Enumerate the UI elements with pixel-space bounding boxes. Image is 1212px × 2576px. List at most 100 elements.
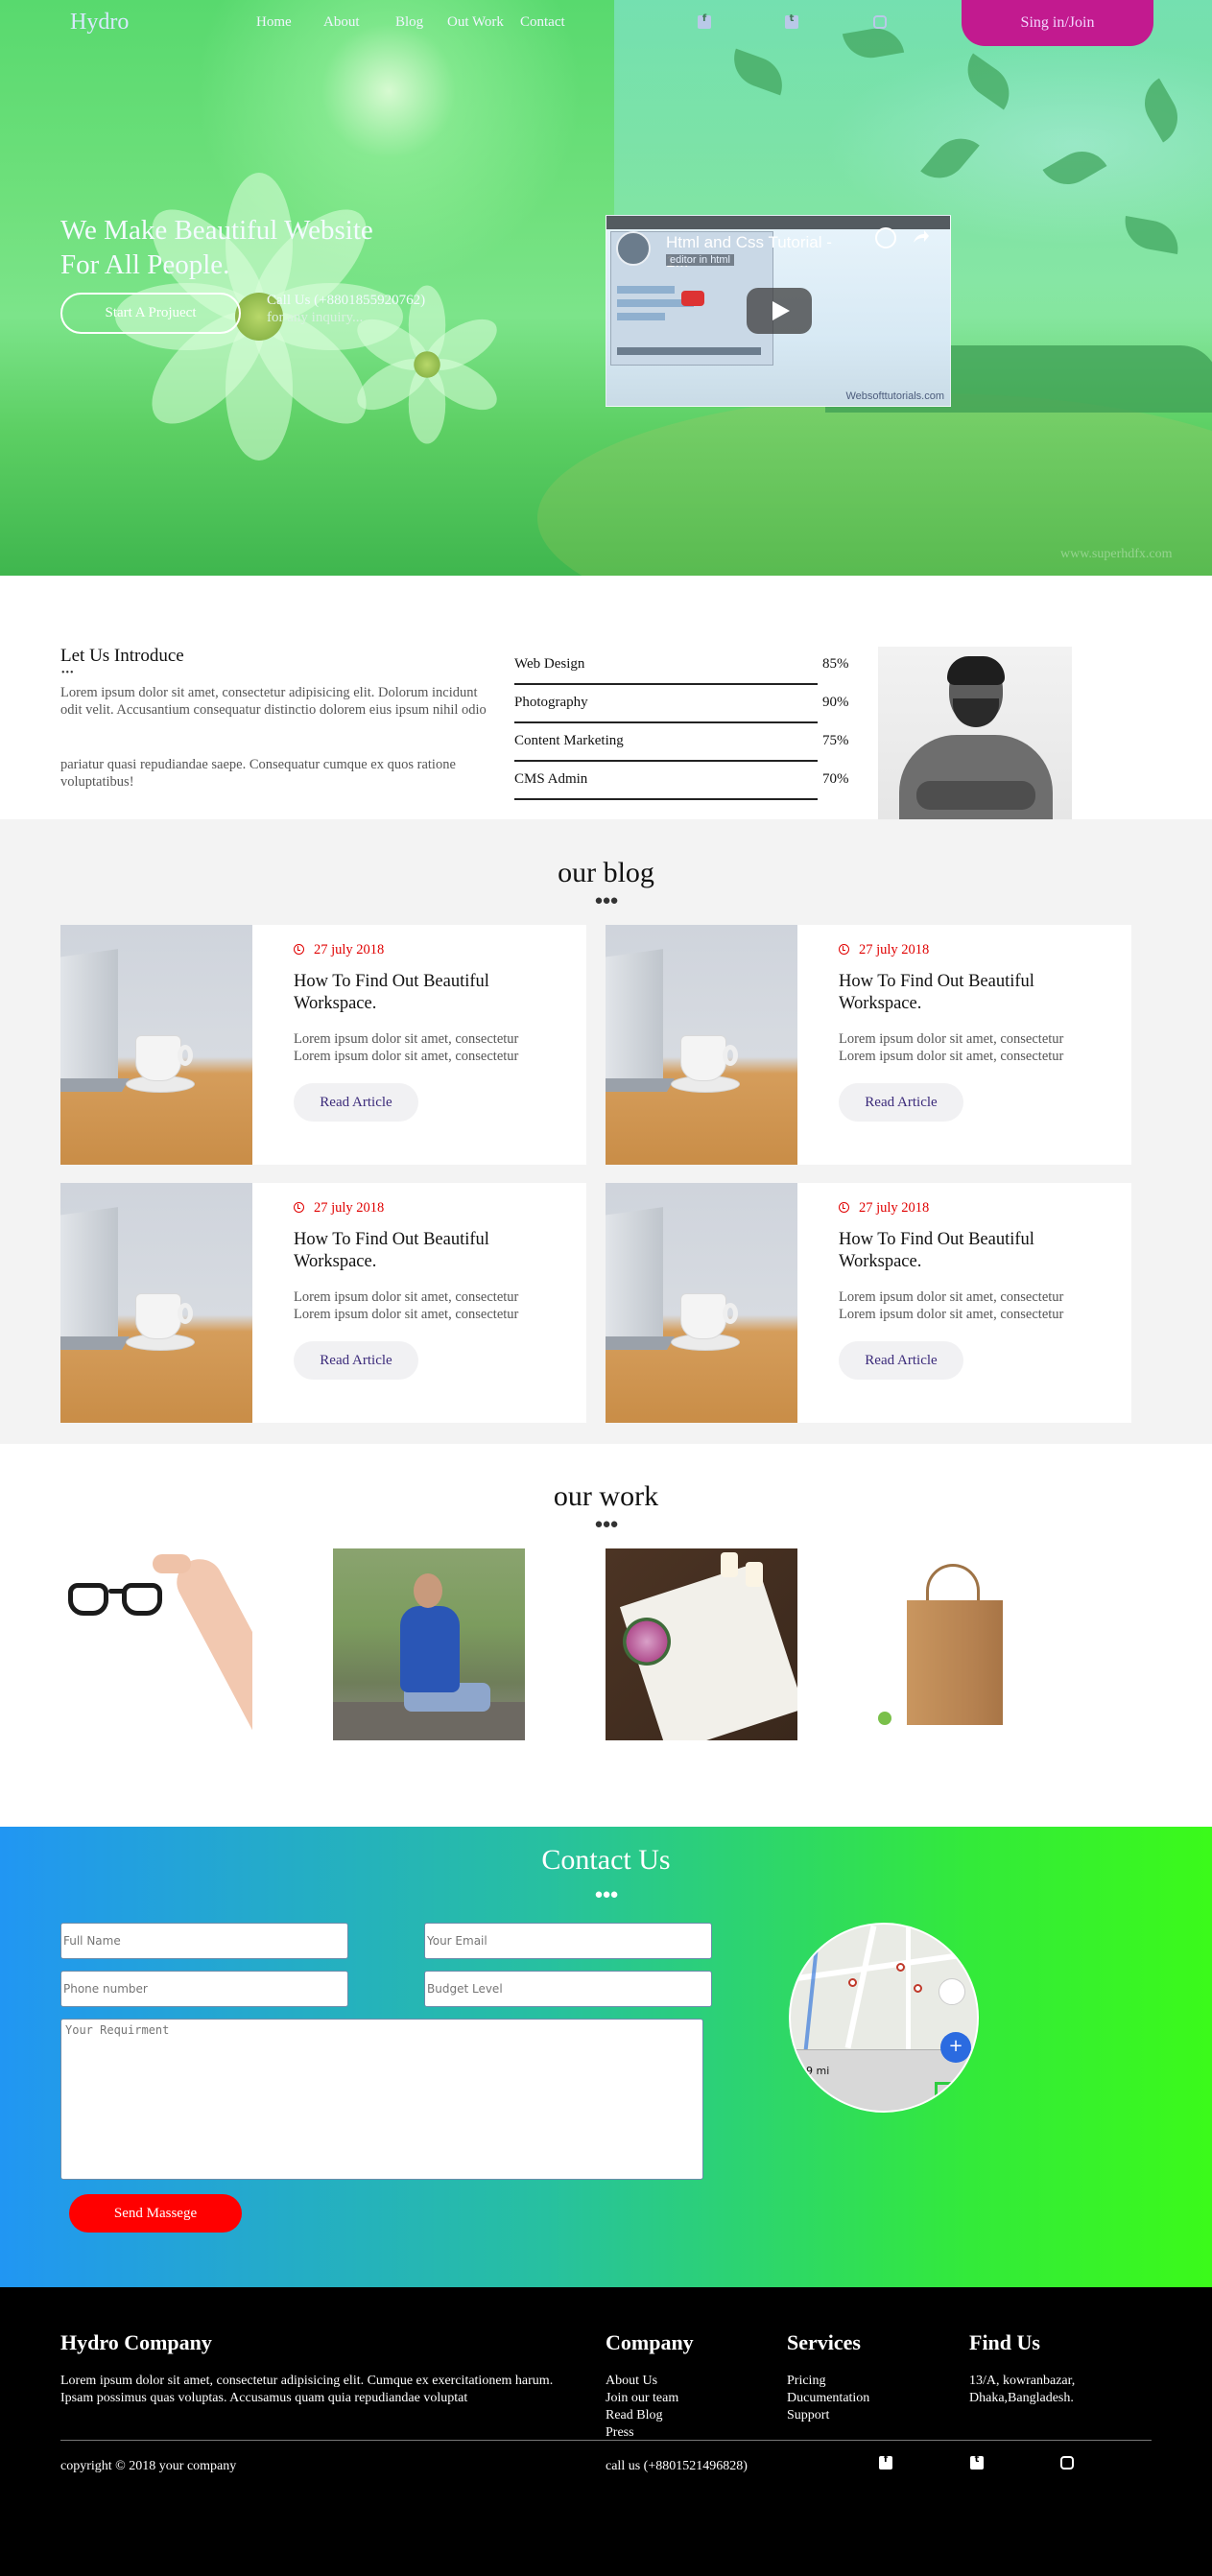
nav-blog[interactable]: Blog (395, 14, 423, 31)
hero-section: www.superhdfx.com Hydro Home About Blog … (0, 0, 1212, 576)
watch-later-icon[interactable] (875, 227, 896, 248)
work-item-drawing[interactable] (606, 1548, 797, 1740)
blog-card-date: 27 july 2018 (294, 1200, 384, 1217)
blog-card-title[interactable]: How To Find Out Beautiful Workspace. (294, 971, 543, 1015)
budget-field[interactable] (424, 1971, 712, 2007)
hero-call-line: Call Us (+8801855920762) (267, 293, 426, 308)
read-article-button[interactable]: Read Article (839, 1341, 963, 1380)
blog-card: 27 july 2018 How To Find Out Beautiful W… (606, 925, 1131, 1165)
footer-link[interactable]: Support (787, 2407, 869, 2424)
work-item-glasses[interactable] (60, 1548, 252, 1740)
video-channel: Websofttutorials.com (845, 390, 944, 402)
play-icon[interactable] (747, 288, 812, 334)
location-map[interactable]: + 9 mi (789, 1923, 979, 2113)
youtube-mini-icon (681, 291, 704, 306)
blog-card-date: 27 july 2018 (294, 942, 384, 958)
footer-call: call us (+8801521496828) (606, 2459, 748, 2473)
facebook-icon[interactable]: f (879, 2454, 894, 2471)
work-dots: ●●● (594, 1517, 618, 1532)
footer-link[interactable]: Read Blog (606, 2407, 678, 2424)
site-footer: Hydro Company Lorem ipsum dolor sit amet… (0, 2287, 1212, 2576)
map-scale: 9 mi (806, 2065, 830, 2077)
hero-call-sub: for any inquiry... (267, 310, 364, 325)
contact-title: Contact Us (541, 1844, 671, 1876)
video-title[interactable]: Html and Css Tutorial - 1... (666, 233, 858, 272)
share-icon[interactable] (910, 227, 931, 248)
nav-home[interactable]: Home (256, 14, 292, 31)
profile-photo (878, 647, 1072, 819)
skill-percent: 70% (822, 771, 849, 787)
skill-label: CMS Admin (514, 771, 588, 787)
read-article-button[interactable]: Read Article (839, 1083, 963, 1122)
signin-button[interactable]: Sing in/Join (962, 0, 1153, 46)
intro-dots: ••• (61, 668, 75, 678)
footer-copyright: copyright © 2018 your company (60, 2459, 237, 2473)
intro-paragraph-1: Lorem ipsum dolor sit amet, consectetur … (60, 685, 487, 718)
skill-row: Content Marketing 75% (514, 723, 849, 762)
email-field[interactable] (424, 1923, 712, 1959)
hero-call-info: Call Us (+8801855920762) for any inquiry… (267, 292, 425, 326)
blog-card-date: 27 july 2018 (839, 1200, 929, 1217)
map-corner-marker (935, 2082, 956, 2103)
map-pin-icon (896, 1963, 905, 1972)
nav-contact[interactable]: Contact (520, 14, 565, 31)
blog-card-excerpt: Lorem ipsum dolor sit amet, consectetur L… (294, 1031, 519, 1064)
skill-label: Content Marketing (514, 733, 624, 748)
start-project-button[interactable]: Start A Projuect (60, 293, 241, 334)
blog-card-image (606, 1183, 797, 1423)
contact-dots: ●●● (594, 1887, 618, 1902)
nav-our-work[interactable]: Out Work (447, 14, 504, 31)
full-name-field[interactable] (60, 1923, 348, 1959)
footer-divider (60, 2440, 1152, 2441)
skill-row: Photography 90% (514, 685, 849, 723)
work-item-portrait[interactable] (333, 1548, 525, 1740)
channel-avatar (616, 231, 651, 266)
blog-card: 27 july 2018 How To Find Out Beautiful W… (60, 925, 586, 1165)
instagram-icon[interactable] (1060, 2456, 1076, 2471)
footer-link[interactable]: Join our team (606, 2390, 678, 2407)
footer-link[interactable]: Pricing (787, 2373, 869, 2390)
blog-card-excerpt: Lorem ipsum dolor sit amet, consectetur L… (294, 1289, 519, 1322)
nav-about[interactable]: About (323, 14, 360, 31)
work-item-bag[interactable] (878, 1548, 1070, 1740)
site-logo[interactable]: Hydro (70, 10, 129, 35)
blog-card-title[interactable]: How To Find Out Beautiful Workspace. (839, 971, 1088, 1015)
blog-card-image (606, 925, 797, 1165)
skill-label: Web Design (514, 656, 585, 672)
send-message-button[interactable]: Send Massege (69, 2194, 242, 2233)
footer-address: 13/A, kowranbazar, Dhaka,Bangladesh. (969, 2374, 1076, 2405)
work-title: our work (553, 1480, 659, 1512)
footer-link[interactable]: Ducumentation (787, 2390, 869, 2407)
instagram-icon[interactable] (873, 15, 889, 31)
footer-company-text: Lorem ipsum dolor sit amet, consectetur … (60, 2374, 554, 2405)
contact-section: Contact Us ●●● Send Massege + 9 mi (0, 1827, 1212, 2287)
requirement-field[interactable] (60, 2019, 703, 2180)
blog-card-title[interactable]: How To Find Out Beautiful Workspace. (294, 1229, 543, 1273)
blog-card-title[interactable]: How To Find Out Beautiful Workspace. (839, 1229, 1088, 1273)
map-zoom-button[interactable]: + (940, 2032, 971, 2063)
video-top-bar (606, 216, 950, 229)
footer-company-links: About Us Join our team Read Blog Press (606, 2373, 678, 2442)
video-embed[interactable]: Html and Css Tutorial - 1... editor in h… (606, 215, 951, 407)
phone-field[interactable] (60, 1971, 348, 2007)
clock-icon (839, 1202, 849, 1213)
blog-card-excerpt: Lorem ipsum dolor sit amet, consectetur L… (839, 1031, 1064, 1064)
blog-title: our blog (558, 857, 654, 888)
facebook-icon[interactable]: f (698, 13, 713, 31)
blog-dots: ●●● (594, 893, 618, 909)
map-pin-icon (848, 1978, 857, 1987)
my-location-icon[interactable] (939, 1978, 965, 2005)
blog-card-excerpt: Lorem ipsum dolor sit amet, consectetur L… (839, 1289, 1064, 1322)
twitter-icon[interactable]: t (785, 13, 800, 31)
read-article-button[interactable]: Read Article (294, 1341, 418, 1380)
read-article-button[interactable]: Read Article (294, 1083, 418, 1122)
footer-company-title: Hydro Company (60, 2330, 212, 2354)
skill-label: Photography (514, 695, 588, 710)
blog-card-image (60, 1183, 252, 1423)
twitter-icon[interactable]: t (970, 2454, 986, 2471)
footer-col-find-title: Find Us (969, 2330, 1040, 2354)
blog-card-date: 27 july 2018 (839, 942, 929, 958)
hero-watermark: www.superhdfx.com (1060, 547, 1173, 561)
footer-link[interactable]: About Us (606, 2373, 678, 2390)
clock-icon (294, 1202, 304, 1213)
